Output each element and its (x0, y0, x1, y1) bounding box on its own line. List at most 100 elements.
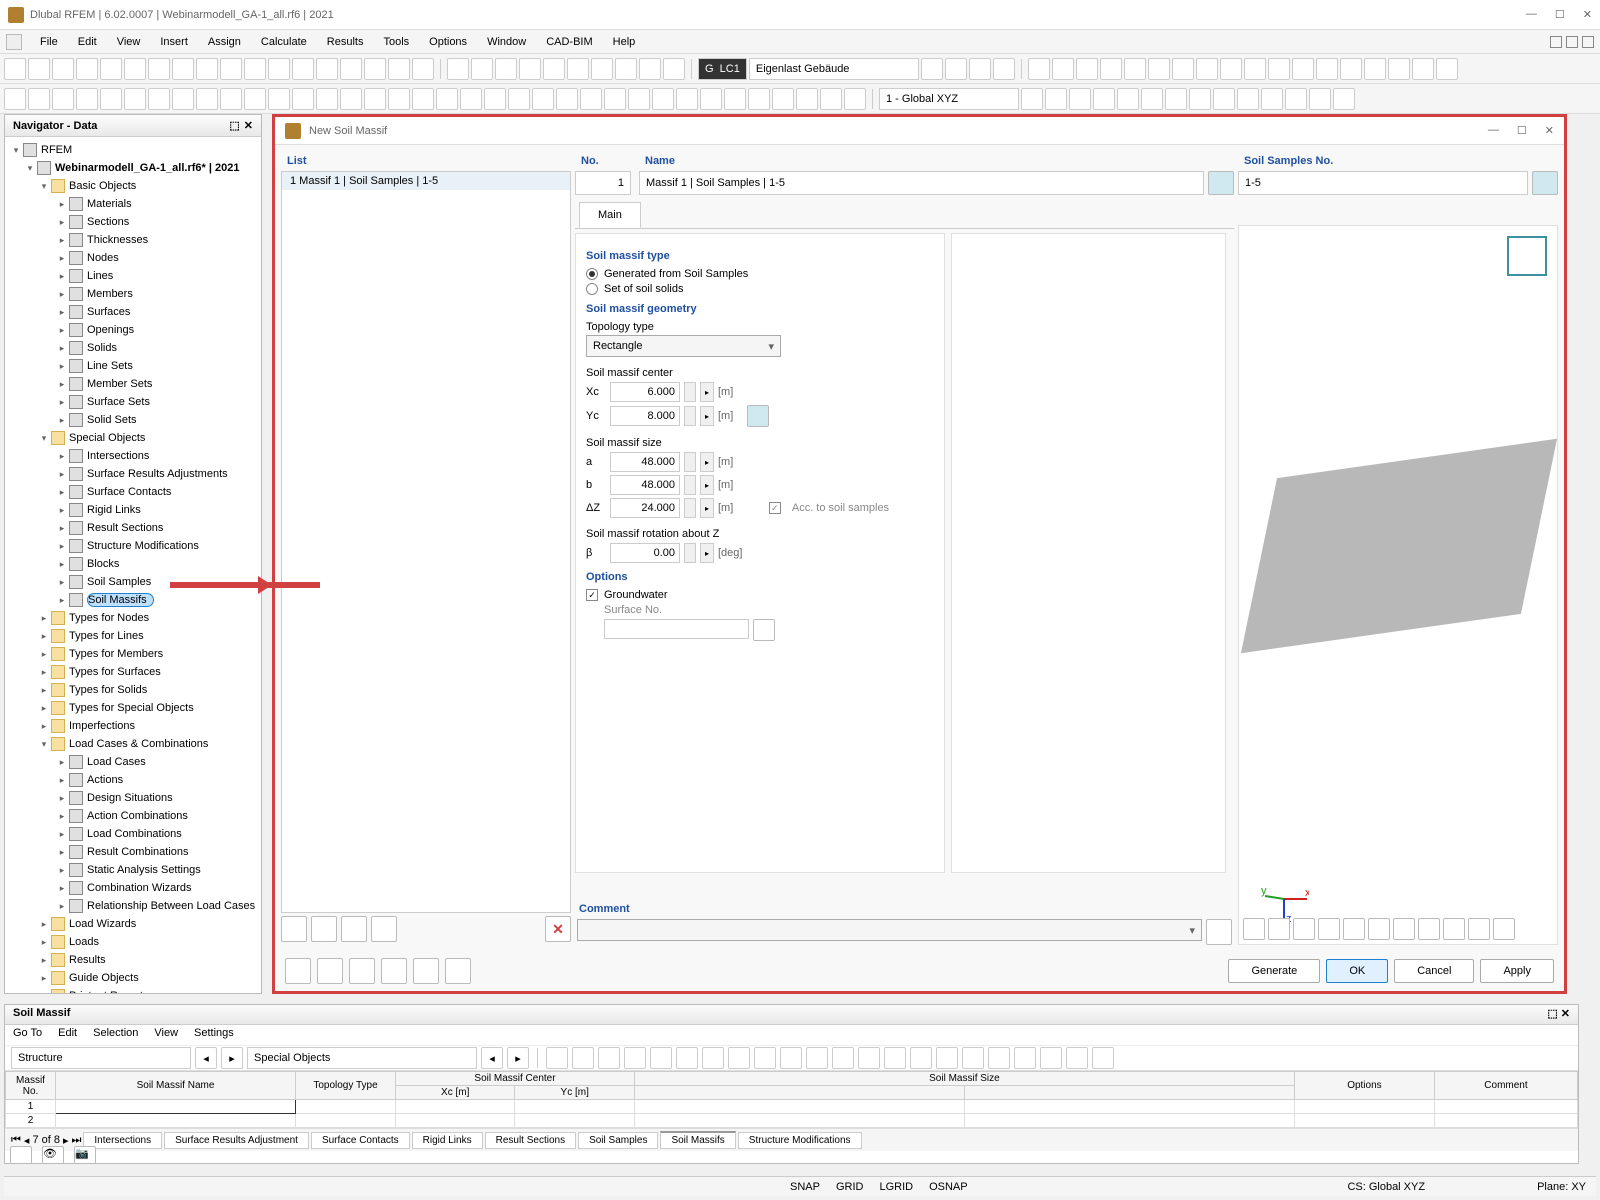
bp-tb-16[interactable] (962, 1047, 984, 1069)
bp-tab-7[interactable]: Structure Modifications (738, 1132, 862, 1149)
tb1-btn-17[interactable] (412, 58, 434, 80)
tb1b-btn-8[interactable] (639, 58, 661, 80)
topology-select[interactable]: Rectangle (586, 335, 781, 357)
lc-name-select[interactable]: Eigenlast Gebäude (749, 58, 919, 80)
tb1d-btn-15[interactable] (1388, 58, 1410, 80)
tb2-btn-7[interactable] (172, 88, 194, 110)
menu-tools[interactable]: Tools (373, 33, 419, 51)
footer-tool-5[interactable] (413, 958, 439, 984)
tb1b-btn-1[interactable] (471, 58, 493, 80)
tb2-btn-32[interactable] (772, 88, 794, 110)
tb1d-btn-10[interactable] (1268, 58, 1290, 80)
pv-btn-0[interactable] (1243, 918, 1265, 940)
nav-item[interactable]: ▸Surface Sets (5, 393, 261, 411)
ok-button[interactable]: OK (1326, 959, 1388, 983)
bp-tb-20[interactable] (1066, 1047, 1088, 1069)
nav-item[interactable]: ▸Result Sections (5, 519, 261, 537)
dz-input[interactable] (610, 498, 680, 518)
bp-pin-icon[interactable]: ⬚ (1547, 1007, 1557, 1022)
tb1d-btn-9[interactable] (1244, 58, 1266, 80)
tb1-btn-14[interactable] (340, 58, 362, 80)
massif-list[interactable]: 1 Massif 1 | Soil Samples | 1-5 (281, 171, 571, 913)
tb1b-btn-0[interactable] (447, 58, 469, 80)
bp-edit[interactable]: Edit (58, 1027, 77, 1043)
bp-tb-3[interactable] (624, 1047, 646, 1069)
bp-tb-17[interactable] (988, 1047, 1010, 1069)
pv-btn-3[interactable] (1318, 918, 1340, 940)
b-input[interactable] (610, 475, 680, 495)
nav-item[interactable]: ▸Member Sets (5, 375, 261, 393)
bottom-grid[interactable]: Massif No. Soil Massif Name Topology Typ… (5, 1071, 1578, 1129)
nav-item[interactable]: ▸Combination Wizards (5, 879, 261, 897)
tb2b-btn-0[interactable] (1021, 88, 1043, 110)
tb2-btn-25[interactable] (604, 88, 626, 110)
nav-item[interactable]: ▸Sections (5, 213, 261, 231)
bp-tb-19[interactable] (1040, 1047, 1062, 1069)
tb2-btn-28[interactable] (676, 88, 698, 110)
bp-tb-7[interactable] (728, 1047, 750, 1069)
tb1d-btn-11[interactable] (1292, 58, 1314, 80)
comment-button[interactable] (1206, 919, 1232, 945)
tb2-btn-14[interactable] (340, 88, 362, 110)
footer-tool-6[interactable] (445, 958, 471, 984)
tb2-btn-22[interactable] (532, 88, 554, 110)
nav-item[interactable]: ▸Solid Sets (5, 411, 261, 429)
list-btn-3[interactable] (341, 916, 367, 942)
tb1-btn-12[interactable] (292, 58, 314, 80)
tab-main[interactable]: Main (579, 202, 641, 228)
tb1-btn-11[interactable] (268, 58, 290, 80)
tb2-btn-20[interactable] (484, 88, 506, 110)
nav-item[interactable]: ▸Actions (5, 771, 261, 789)
tb2-btn-27[interactable] (652, 88, 674, 110)
surface-pick-button[interactable] (753, 619, 775, 641)
nav-item[interactable]: ▸Members (5, 285, 261, 303)
footer-tool-1[interactable] (285, 958, 311, 984)
tb2-btn-21[interactable] (508, 88, 530, 110)
menu-cadbim[interactable]: CAD-BIM (536, 33, 602, 51)
tb2-btn-29[interactable] (700, 88, 722, 110)
tb2-btn-15[interactable] (364, 88, 386, 110)
minimize-button[interactable]: — (1526, 8, 1537, 21)
global-cs-select[interactable]: 1 - Global XYZ (879, 88, 1019, 110)
bp-tb-11[interactable] (832, 1047, 854, 1069)
samples-input[interactable] (1238, 171, 1528, 195)
tb2b-btn-5[interactable] (1141, 88, 1163, 110)
bp-tb-15[interactable] (936, 1047, 958, 1069)
yc-arrow[interactable]: ▸ (700, 406, 714, 426)
tb1d-btn-4[interactable] (1124, 58, 1146, 80)
menu-assign[interactable]: Assign (198, 33, 251, 51)
tb2-btn-23[interactable] (556, 88, 578, 110)
app-menu-icon[interactable] (6, 34, 22, 50)
tb1c-btn-2[interactable] (969, 58, 991, 80)
tb1d-btn-6[interactable] (1172, 58, 1194, 80)
bp-tab-3[interactable]: Rigid Links (412, 1132, 483, 1149)
tb2b-btn-2[interactable] (1069, 88, 1091, 110)
tb2-btn-10[interactable] (244, 88, 266, 110)
tb1-btn-10[interactable] (244, 58, 266, 80)
samples-pick-button[interactable] (1532, 171, 1558, 195)
tb1-btn-15[interactable] (364, 58, 386, 80)
preview-cube-icon[interactable] (1507, 236, 1547, 276)
tb1d-btn-7[interactable] (1196, 58, 1218, 80)
menu-options[interactable]: Options (419, 33, 477, 51)
nav-item[interactable]: ▸Design Situations (5, 789, 261, 807)
nav-item[interactable]: ▸Blocks (5, 555, 261, 573)
list-btn-4[interactable] (371, 916, 397, 942)
tb2b-btn-4[interactable] (1117, 88, 1139, 110)
tb2-btn-11[interactable] (268, 88, 290, 110)
nav-item[interactable]: ▸Load Cases (5, 753, 261, 771)
footer-tool-3[interactable] (349, 958, 375, 984)
tb1-btn-16[interactable] (388, 58, 410, 80)
bp-structure-select[interactable]: Structure (11, 1047, 191, 1069)
nav-item[interactable]: ▸Intersections (5, 447, 261, 465)
tb2-btn-3[interactable] (76, 88, 98, 110)
bp-settings[interactable]: Settings (194, 1027, 234, 1043)
maximize-button[interactable]: ☐ (1555, 8, 1565, 21)
tb1-btn-9[interactable] (220, 58, 242, 80)
nav-close-icon[interactable]: ✕ (244, 119, 253, 132)
tb2b-btn-9[interactable] (1237, 88, 1259, 110)
tb1d-btn-14[interactable] (1364, 58, 1386, 80)
tb2b-btn-6[interactable] (1165, 88, 1187, 110)
xc-arrow[interactable]: ▸ (700, 382, 714, 402)
bp-tb-21[interactable] (1092, 1047, 1114, 1069)
